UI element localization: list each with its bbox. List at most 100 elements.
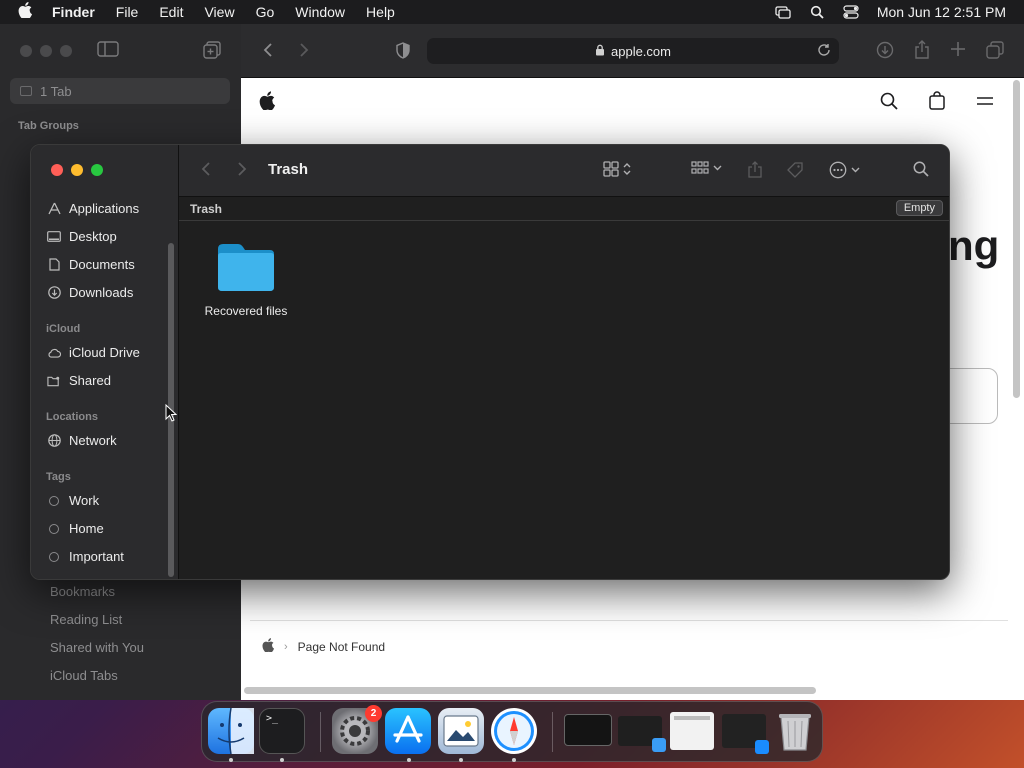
- sidebar-item-tag-home[interactable]: Home: [47, 521, 104, 536]
- app-store-icon: [393, 715, 423, 743]
- menu-view[interactable]: View: [204, 4, 234, 20]
- privacy-shield-icon[interactable]: [396, 42, 410, 64]
- downloads-icon[interactable]: [876, 41, 894, 64]
- new-tab-icon[interactable]: [950, 41, 966, 62]
- finder-share-icon[interactable]: [748, 161, 762, 178]
- menu-file[interactable]: File: [116, 4, 139, 20]
- lock-icon: [595, 44, 605, 59]
- site-menu-icon[interactable]: [977, 94, 993, 112]
- finder-badge-icon: [652, 738, 666, 752]
- window-content-icon: [674, 716, 710, 720]
- sidebar-item-icloud-drive[interactable]: iCloud Drive: [47, 345, 140, 360]
- menu-edit[interactable]: Edit: [159, 4, 183, 20]
- file-item-recovered-files[interactable]: Recovered files: [201, 241, 291, 318]
- apple-menu-icon[interactable]: [18, 1, 32, 23]
- tabs-icon: [20, 86, 32, 96]
- address-bar[interactable]: apple.com: [427, 38, 839, 64]
- footer-apple-icon[interactable]: [262, 638, 274, 655]
- control-center-icon[interactable]: [843, 5, 859, 19]
- dock-finder[interactable]: [208, 707, 254, 755]
- empty-trash-button[interactable]: Empty: [895, 200, 943, 216]
- finder-window: Applications Desktop Documents Downloads…: [30, 144, 950, 580]
- back-icon[interactable]: [262, 42, 274, 63]
- app-store-badge-icon: [755, 740, 769, 754]
- sidebar-item-applications[interactable]: Applications: [47, 201, 139, 216]
- dock-terminal[interactable]: >_: [259, 708, 305, 754]
- dock: >_ 2: [201, 701, 823, 762]
- finder-search-icon[interactable]: [913, 161, 929, 177]
- tabs-pill[interactable]: 1 Tab: [10, 78, 230, 104]
- finder-window-controls: [51, 164, 103, 176]
- sidebar-item-tag-important[interactable]: Important: [47, 549, 124, 564]
- more-actions-icon[interactable]: [829, 161, 860, 179]
- apple-site-nav: [241, 78, 1010, 124]
- spotlight-search-icon[interactable]: [809, 5, 825, 19]
- sidebar-toggle-icon[interactable]: [97, 41, 119, 62]
- menu-clock[interactable]: Mon Jun 12 2:51 PM: [877, 4, 1006, 20]
- downloads-icon: [47, 286, 61, 300]
- menu-window[interactable]: Window: [295, 4, 345, 20]
- safari-window-controls[interactable]: [20, 45, 72, 57]
- breadcrumb-current-page: Page Not Found: [297, 639, 386, 654]
- finder-forward-icon[interactable]: [237, 161, 247, 177]
- zoom-button[interactable]: [91, 164, 103, 176]
- sidebar-link-reading-list[interactable]: Reading List: [50, 612, 122, 627]
- sidebar-link-icloud-tabs[interactable]: iCloud Tabs: [50, 668, 118, 683]
- sidebar-link-bookmarks[interactable]: Bookmarks: [50, 584, 115, 599]
- menu-help[interactable]: Help: [366, 4, 395, 20]
- dock-trash[interactable]: [772, 708, 818, 754]
- sidebar-section-locations: Locations: [46, 411, 98, 423]
- close-button[interactable]: [51, 164, 63, 176]
- vertical-scrollbar[interactable]: [1013, 80, 1020, 398]
- tag-circle-icon: [47, 550, 61, 564]
- sidebar-item-downloads[interactable]: Downloads: [47, 285, 133, 300]
- menu-app-name[interactable]: Finder: [52, 4, 95, 20]
- sidebar-item-label: Home: [69, 521, 104, 536]
- dock-minimized-window-1[interactable]: [564, 714, 612, 746]
- menu-bar: Finder File Edit View Go Window Help Mon…: [0, 0, 1024, 24]
- share-icon[interactable]: [914, 40, 930, 64]
- finder-back-icon[interactable]: [201, 161, 211, 177]
- view-mode-icon[interactable]: [603, 161, 631, 177]
- screen-mirroring-icon[interactable]: [775, 5, 791, 19]
- dock-minimized-window-2[interactable]: [618, 716, 666, 752]
- horizontal-scrollbar[interactable]: [244, 687, 816, 694]
- new-tab-group-icon[interactable]: [203, 41, 221, 64]
- sidebar-item-network[interactable]: Network: [47, 433, 117, 448]
- tag-icon[interactable]: [786, 161, 804, 179]
- dock-system-settings[interactable]: 2: [332, 705, 382, 754]
- shopping-bag-icon[interactable]: [929, 91, 945, 115]
- running-indicator: [407, 758, 411, 762]
- sidebar-item-label: Documents: [69, 257, 135, 272]
- dock-minimized-window-4[interactable]: [722, 714, 769, 754]
- sidebar-link-shared-with-you[interactable]: Shared with You: [50, 640, 144, 655]
- tab-overview-icon[interactable]: [986, 41, 1004, 64]
- minimize-button[interactable]: [71, 164, 83, 176]
- sidebar-item-label: Important: [69, 549, 124, 564]
- shared-folder-icon: [47, 374, 61, 388]
- menu-go[interactable]: Go: [256, 4, 275, 20]
- finder-sidebar: Applications Desktop Documents Downloads…: [31, 145, 179, 579]
- forward-icon[interactable]: [298, 42, 310, 63]
- apple-logo-icon[interactable]: [259, 91, 275, 115]
- sidebar-item-shared[interactable]: Shared: [47, 373, 111, 388]
- dock-preview[interactable]: [438, 708, 484, 754]
- tag-circle-icon: [47, 494, 61, 508]
- sidebar-item-label: Desktop: [69, 229, 117, 244]
- dock-app-store[interactable]: [385, 708, 431, 754]
- dock-minimized-window-3[interactable]: [670, 712, 714, 750]
- footer-divider: [250, 620, 1008, 621]
- finder-face-icon: [217, 707, 254, 755]
- mouse-cursor-icon: [165, 403, 178, 427]
- site-search-icon[interactable]: [880, 92, 898, 115]
- sidebar-item-tag-work[interactable]: Work: [47, 493, 99, 508]
- page-heading-partial: ng: [948, 222, 1000, 269]
- dock-safari[interactable]: [491, 708, 537, 754]
- group-by-icon[interactable]: [691, 161, 722, 175]
- sidebar-item-documents[interactable]: Documents: [47, 257, 135, 272]
- sidebar-item-desktop[interactable]: Desktop: [47, 229, 117, 244]
- sidebar-item-label: Work: [69, 493, 100, 508]
- footer-breadcrumb: › Page Not Found: [262, 638, 385, 655]
- reload-icon[interactable]: [817, 43, 831, 60]
- tag-circle-icon: [47, 522, 61, 536]
